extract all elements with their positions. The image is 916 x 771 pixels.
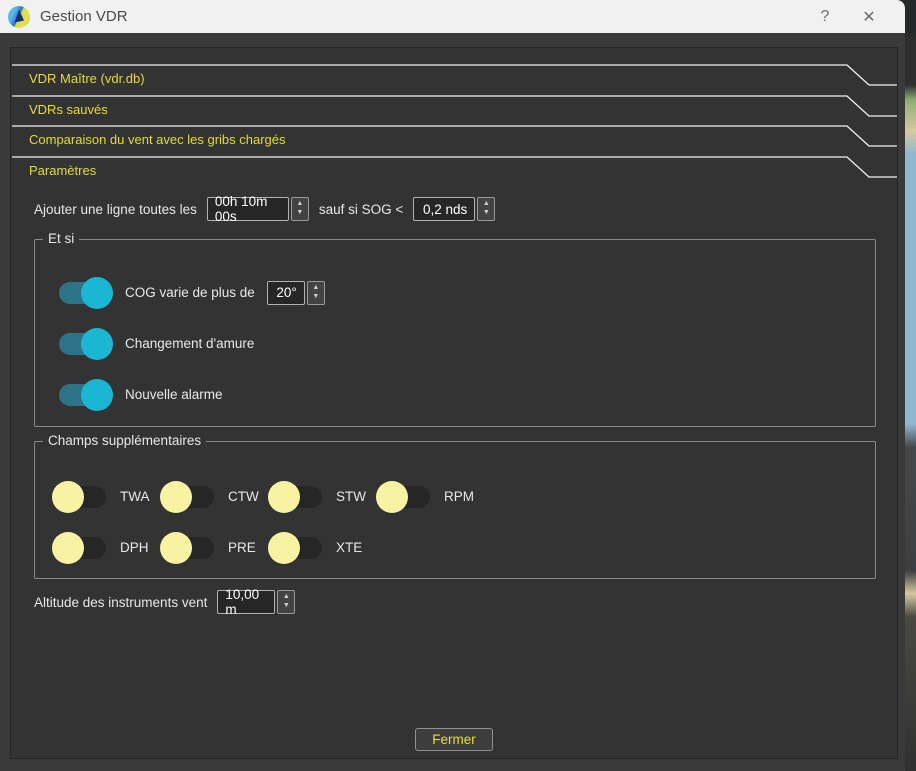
xte-label: XTE xyxy=(336,540,362,555)
spinner-buttons[interactable]: ▲ ▼ xyxy=(277,590,295,614)
alarm-toggle[interactable] xyxy=(57,379,113,411)
pre-label: PRE xyxy=(228,540,256,555)
sail-icon xyxy=(13,10,24,23)
spin-down-icon[interactable]: ▼ xyxy=(296,209,303,218)
spin-up-icon[interactable]: ▲ xyxy=(312,284,319,293)
toggle-knob xyxy=(81,328,113,360)
cog-spinbox[interactable]: 20° ▲ ▼ xyxy=(267,281,325,305)
cog-value[interactable]: 20° xyxy=(267,281,305,305)
close-window-button[interactable]: ✕ xyxy=(847,0,891,33)
extra-fields-row-1: TWA CTW xyxy=(52,471,875,522)
extra-fields-groupbox: Champs supplémentaires TWA xyxy=(34,441,876,579)
spin-up-icon[interactable]: ▲ xyxy=(483,200,490,209)
titlebar: Gestion VDR ? ✕ xyxy=(0,0,905,33)
interval-spinbox[interactable]: 00h 10m 00s ▲ ▼ xyxy=(207,197,309,221)
extra-fields-title: Champs supplémentaires xyxy=(43,433,206,448)
toggle-knob xyxy=(81,379,113,411)
rpm-label: RPM xyxy=(444,489,474,504)
dph-cell: DPH xyxy=(52,532,160,564)
altitude-spinbox[interactable]: 10,00 m ▲ ▼ xyxy=(217,590,295,614)
tab-vdr-maitre[interactable]: VDR Maître (vdr.db) xyxy=(11,64,897,95)
background-app-sliver xyxy=(904,0,916,771)
xte-cell: XTE xyxy=(268,532,376,564)
toggle-knob xyxy=(160,532,192,564)
tack-label: Changement d'amure xyxy=(125,336,254,351)
cog-label: COG varie de plus de xyxy=(125,285,255,300)
tab-edge-line xyxy=(11,95,897,125)
fermer-button[interactable]: Fermer xyxy=(415,728,493,751)
toggle-knob xyxy=(376,481,408,513)
qtvlm-logo-icon xyxy=(8,6,30,28)
tab-label: Comparaison du vent avec les gribs charg… xyxy=(29,132,286,147)
twa-toggle[interactable] xyxy=(52,481,108,513)
ctw-toggle[interactable] xyxy=(160,481,216,513)
gestion-vdr-dialog: Gestion VDR ? ✕ VDR Maître (vdr.db) VDRs… xyxy=(0,0,905,771)
parametres-pane: Ajouter une ligne toutes les 00h 10m 00s… xyxy=(11,186,897,614)
altitude-row: Altitude des instruments vent 10,00 m ▲ … xyxy=(34,590,876,614)
stw-label: STW xyxy=(336,489,366,504)
spin-down-icon[interactable]: ▼ xyxy=(283,602,290,611)
stw-toggle[interactable] xyxy=(268,481,324,513)
cog-toggle[interactable] xyxy=(57,277,113,309)
extra-fields-row-2: DPH PRE xyxy=(52,522,875,573)
cog-condition-row: COG varie de plus de 20° ▲ ▼ xyxy=(57,267,875,318)
ctw-cell: CTW xyxy=(160,481,268,513)
tack-condition-row: Changement d'amure xyxy=(57,318,875,369)
help-button[interactable]: ? xyxy=(803,0,847,33)
twa-cell: TWA xyxy=(52,481,160,513)
window-title: Gestion VDR xyxy=(40,8,803,25)
conditions-groupbox: Et si COG varie de plus de 20° ▲ ▼ xyxy=(34,239,876,427)
dialog-body: VDR Maître (vdr.db) VDRs sauvés Comparai… xyxy=(0,33,905,771)
conditions-title: Et si xyxy=(43,231,79,246)
rpm-cell: RPM xyxy=(376,481,484,513)
spin-down-icon[interactable]: ▼ xyxy=(312,293,319,302)
dph-label: DPH xyxy=(120,540,149,555)
spinner-buttons[interactable]: ▲ ▼ xyxy=(291,197,309,221)
pre-cell: PRE xyxy=(160,532,268,564)
tab-comparaison-vent[interactable]: Comparaison du vent avec les gribs charg… xyxy=(11,125,897,156)
pre-toggle[interactable] xyxy=(160,532,216,564)
spin-up-icon[interactable]: ▲ xyxy=(296,200,303,209)
spin-up-icon[interactable]: ▲ xyxy=(283,593,290,602)
tab-label: VDR Maître (vdr.db) xyxy=(29,71,145,86)
twa-label: TWA xyxy=(120,489,150,504)
content-frame: VDR Maître (vdr.db) VDRs sauvés Comparai… xyxy=(10,47,898,759)
tab-edge-line xyxy=(11,156,897,186)
interval-value[interactable]: 00h 10m 00s xyxy=(207,197,289,221)
toggle-knob xyxy=(160,481,192,513)
tab-vdrs-sauves[interactable]: VDRs sauvés xyxy=(11,95,897,126)
spinner-buttons[interactable]: ▲ ▼ xyxy=(477,197,495,221)
altitude-label: Altitude des instruments vent xyxy=(34,595,207,610)
dialog-footer: Fermer xyxy=(11,728,897,751)
toggle-knob xyxy=(52,481,84,513)
alarm-label: Nouvelle alarme xyxy=(125,387,223,402)
stw-cell: STW xyxy=(268,481,376,513)
ctw-label: CTW xyxy=(228,489,259,504)
dph-toggle[interactable] xyxy=(52,532,108,564)
sog-value[interactable]: 0,2 nds xyxy=(413,197,475,221)
toggle-knob xyxy=(268,481,300,513)
tab-label: Paramètres xyxy=(29,163,96,178)
rpm-toggle[interactable] xyxy=(376,481,432,513)
spinner-buttons[interactable]: ▲ ▼ xyxy=(307,281,325,305)
tab-label: VDRs sauvés xyxy=(29,102,108,117)
toggle-knob xyxy=(81,277,113,309)
altitude-value[interactable]: 10,00 m xyxy=(217,590,275,614)
xte-toggle[interactable] xyxy=(268,532,324,564)
spin-down-icon[interactable]: ▼ xyxy=(483,209,490,218)
toggle-knob xyxy=(52,532,84,564)
tack-toggle[interactable] xyxy=(57,328,113,360)
interval-label: Ajouter une ligne toutes les xyxy=(34,202,197,217)
sog-spinbox[interactable]: 0,2 nds ▲ ▼ xyxy=(413,197,495,221)
sog-label: sauf si SOG < xyxy=(319,202,403,217)
tab-parametres[interactable]: Paramètres xyxy=(11,156,897,187)
toggle-knob xyxy=(268,532,300,564)
interval-row: Ajouter une ligne toutes les 00h 10m 00s… xyxy=(34,197,876,221)
alarm-condition-row: Nouvelle alarme xyxy=(57,369,875,420)
